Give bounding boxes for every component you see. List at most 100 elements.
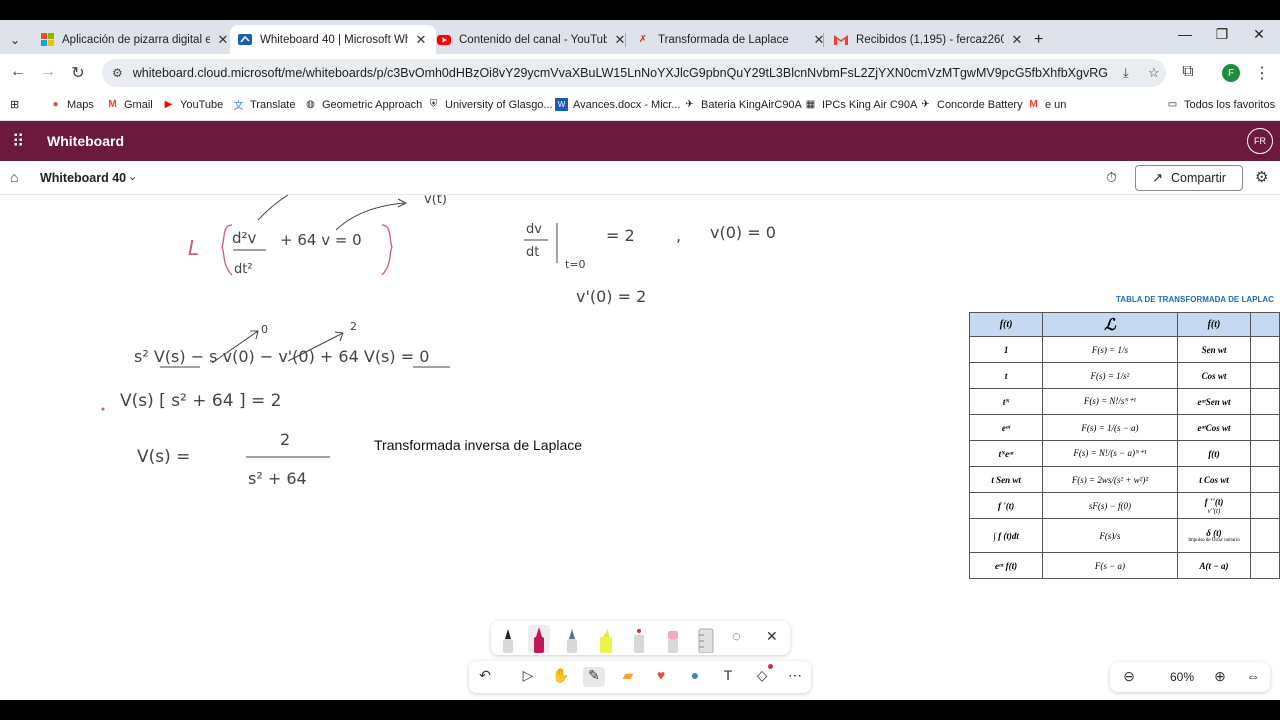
hand-pan-icon[interactable]: ✋ [550,667,572,687]
fit-to-screen-icon[interactable]: ⇔ [1243,668,1263,684]
forward-arrow-icon[interactable]: → [38,63,58,81]
bookmarks-bar: ⊞ ● Maps M Gmail ▶ YouTube 文 Translate ◍ Geom… [0,92,1280,121]
browser-tab-2[interactable]: Contenido del canal - YouTube ✕ [429,25,635,54]
user-avatar[interactable]: FR [1247,128,1273,154]
table-cell: ∫ f (t)dt [968,518,1044,553]
red-pen-icon[interactable] [528,625,550,653]
bookmark-maps[interactable]: ● Maps [49,98,94,111]
app-launcher-icon[interactable]: ⠿ [12,132,24,152]
close-icon[interactable]: ✕ [216,32,230,48]
close-window-button[interactable]: ✕ [1245,26,1273,43]
comment-icon[interactable]: ● [684,667,706,687]
equation-5: V(s) [ s² + 64 ] = 2 [120,391,281,411]
bookmark-youtube[interactable]: ▶ YouTube [162,98,224,111]
gmail-icon: M [108,99,117,110]
back-arrow-icon[interactable]: ← [8,63,28,81]
kebab-menu-icon[interactable]: ⋮ [1252,63,1272,83]
eraser-icon[interactable] [662,625,684,653]
bookmark-bateria[interactable]: ✈ Bateria KingAirC90A [683,98,802,111]
text-tool-icon[interactable]: T [717,667,739,687]
profile-avatar[interactable]: F [1222,64,1240,82]
timer-icon[interactable]: ⏱ [1106,169,1117,186]
app-title[interactable]: Whiteboard [47,133,124,149]
tab-search-icon[interactable]: ⌄ [2,25,28,54]
bookmark-label: Gmail [124,98,153,111]
bookmark-label: Concorde Battery [937,98,1023,111]
apps-grid-icon[interactable]: ⊞ [10,98,19,111]
eq2-subscript: t=0 [565,258,586,271]
bookmark-label: Bateria KingAirC90A [701,98,802,111]
folder-icon: ▭ [1167,99,1178,110]
eq6-numerator: 2 [280,430,290,449]
pen-tool-icon[interactable]: ✎ [583,667,605,687]
laplace-table-image[interactable]: TABLA DE TRANSFORMADA DE LAPLAC f(t) ℒ f… [968,295,1280,595]
reload-icon[interactable]: ↻ [68,63,88,83]
close-icon[interactable]: ✕ [1010,32,1024,48]
blue-pen-icon[interactable] [561,625,583,653]
bookmark-translate[interactable]: 文 Translate [232,98,296,113]
bookmark-ipcs[interactable]: ▦ IPCs King Air C90A [804,98,918,111]
tab-separator [823,33,824,47]
lasso-select-icon[interactable]: ◌ [732,628,741,645]
sticky-note-icon[interactable]: ▰ [617,667,639,687]
youtube-icon: ▶ [164,99,173,110]
table-cell: F(s)/s [1042,518,1178,553]
equation-1: L d²v dt² + 64 v = 0 v(t) [188,195,447,277]
bookmark-label: Maps [67,98,94,111]
shapes-icon[interactable]: ◇ [751,667,773,687]
close-icon[interactable]: ✕ [766,628,778,645]
equation-2: dv dt t=0 = 2 , v(0) = 0 [524,222,776,271]
eq1-numerator: d²v [232,229,257,247]
undo-icon[interactable]: ↶ [474,667,496,687]
share-icon: ↗ [1152,170,1164,185]
more-options-icon[interactable]: ⋯ [784,667,806,687]
browser-tab-1[interactable]: Whiteboard 40 | Microsoft Whit ✕ [230,25,436,54]
bookmark-label: e un [1045,98,1067,111]
whiteboard-canvas[interactable]: L d²v dt² + 64 v = 0 v(t) dv dt t=0 = 2 [0,195,1280,700]
new-tab-button[interactable]: + [1026,25,1051,54]
extensions-icon[interactable]: ⧉ [1178,63,1198,81]
minimize-button[interactable]: — [1171,26,1199,42]
omnibox[interactable]: ⚙ whiteboard.cloud.microsoft/me/whiteboa… [102,59,1166,87]
zoom-out-icon[interactable]: ⊖ [1119,668,1139,685]
screen: ⌄ Aplicación de pizarra digital en ✕ Whi… [0,0,1280,720]
chevron-down-icon[interactable]: ⌄ [128,170,137,183]
bookmark-geometric[interactable]: ◍ Geometric Approach [304,98,422,111]
table-cell: δ (t) Impulso de Dirac unitario [1176,518,1252,553]
ruler-icon[interactable] [695,625,717,653]
install-app-icon[interactable]: ⤓ [1116,65,1136,81]
star-icon[interactable]: ☆ [1144,65,1164,81]
url-text[interactable]: whiteboard.cloud.microsoft/me/whiteboard… [133,66,1108,80]
home-icon[interactable]: ⌂ [10,169,18,185]
header-cell [1250,312,1280,337]
bookmark-avances[interactable]: W Avances.docx - Micr... [555,98,680,111]
browser-tab-4[interactable]: Recibidos (1,195) - fercaz2601 ✕ [826,25,1032,54]
eq2-comma: , [676,226,681,245]
all-bookmarks[interactable]: ▭ Todos los favoritos [1166,98,1275,111]
equation-3: v'(0) = 2 [576,287,646,306]
table-header-row: f(t) ℒ f(t) [968,312,1280,337]
zoom-level[interactable]: 60% [1162,670,1202,684]
reactions-heart-icon[interactable]: ♥ [650,667,672,687]
site-info-icon[interactable]: ⚙ [112,66,123,80]
share-button[interactable]: ↗ Compartir [1135,165,1243,191]
bookmark-gmail[interactable]: M Gmail [106,98,153,111]
table-row: tᴺ F(s) = N!/sᴺ⁺¹ eᵃᵗSen wt [968,388,1280,415]
bookmark-glasgow[interactable]: ⛨ University of Glasgo... [427,98,553,111]
canvas-text-box[interactable]: Transformada inversa de Laplace [374,437,582,453]
laser-pointer-icon[interactable] [628,625,650,653]
select-pointer-icon[interactable]: ▷ [517,667,539,687]
top-black-band [0,0,1280,20]
restore-button[interactable]: ❐ [1208,26,1236,43]
bookmark-concorde[interactable]: ✈ Concorde Battery [919,98,1023,111]
black-pen-icon[interactable] [497,625,519,653]
bookmark-eun[interactable]: Me un [1027,98,1066,111]
browser-tab-0[interactable]: Aplicación de pizarra digital en ✕ [32,25,238,54]
table-cell: F(s − a) [1042,552,1178,579]
highlighter-icon[interactable] [595,625,617,653]
gear-icon[interactable]: ⚙ [1255,168,1268,186]
browser-tab-3[interactable]: ✗ Transformada de Laplace ✕ [628,25,834,54]
close-icon[interactable]: ✕ [414,32,428,48]
board-name[interactable]: Whiteboard 40 [40,171,126,185]
zoom-in-icon[interactable]: ⊕ [1210,668,1230,685]
